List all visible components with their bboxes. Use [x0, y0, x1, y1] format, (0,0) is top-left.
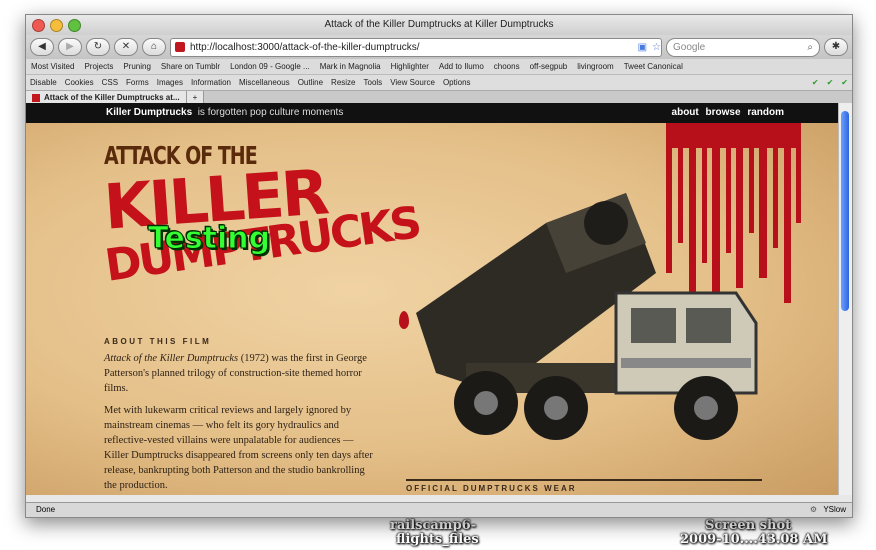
- page-viewport: Killer Dumptrucks is forgotten pop cultu…: [26, 103, 839, 495]
- devtool-item[interactable]: Options: [439, 78, 475, 87]
- navigation-toolbar: ◀ ▶ ↻ ✕ ⌂ http://localhost:3000/attack-o…: [26, 35, 852, 59]
- devtool-item[interactable]: Resize: [327, 78, 359, 87]
- url-text: http://localhost:3000/attack-of-the-kill…: [190, 41, 420, 53]
- film-title: Attack of the Killer Dumptrucks: [104, 353, 239, 364]
- check-ok-icon[interactable]: ✔: [823, 78, 838, 87]
- desktop-label: flights_files: [396, 532, 479, 547]
- bookmark-item[interactable]: Share on Tumblr: [156, 62, 225, 71]
- devtool-item[interactable]: CSS: [98, 78, 122, 87]
- bookmark-item[interactable]: Projects: [79, 62, 118, 71]
- url-bar[interactable]: http://localhost:3000/attack-of-the-kill…: [170, 37, 662, 57]
- devtool-item[interactable]: Information: [187, 78, 235, 87]
- bookmark-star-icon[interactable]: ☆: [652, 39, 661, 56]
- home-button[interactable]: ⌂: [142, 38, 166, 56]
- dump-truck-illustration: [416, 193, 758, 440]
- site-name-link[interactable]: Killer Dumptrucks: [106, 107, 192, 118]
- search-engine-label: Google: [673, 41, 706, 53]
- status-bar: Done ⚙ YSlow: [26, 502, 852, 517]
- testing-overlay-label: Testing: [147, 221, 271, 257]
- window-title: Attack of the Killer Dumptrucks at Kille…: [324, 19, 554, 30]
- about-paragraph-2: Met with lukewarm critical reviews and l…: [104, 405, 373, 491]
- site-favicon-icon: [32, 94, 40, 102]
- close-window-button[interactable]: [32, 19, 45, 32]
- site-brand: Killer Dumptrucks is forgotten pop cultu…: [106, 103, 343, 123]
- devtool-item[interactable]: Miscellaneous: [235, 78, 294, 87]
- devtool-item[interactable]: Forms: [122, 78, 153, 87]
- back-button[interactable]: ◀: [30, 38, 54, 56]
- bookmark-item[interactable]: off-segpub: [525, 62, 573, 71]
- about-heading: ABOUT THIS FILM: [104, 337, 212, 346]
- bookmark-item[interactable]: Mark in Magnolia: [315, 62, 386, 71]
- status-text: Done: [36, 505, 56, 514]
- bookmark-item[interactable]: London 09 - Google ...: [225, 62, 315, 71]
- scrollbar-thumb[interactable]: [841, 111, 849, 311]
- bookmark-item[interactable]: choons: [489, 62, 525, 71]
- bookmark-item[interactable]: livingroom: [572, 62, 618, 71]
- site-tagline: is forgotten pop culture moments: [197, 107, 344, 118]
- search-icon[interactable]: ⌕: [807, 39, 813, 56]
- bookmarks-bar: Most Visited Projects Pruning Share on T…: [26, 59, 852, 75]
- devtool-item[interactable]: View Source: [386, 78, 439, 87]
- bookmark-item[interactable]: Most Visited: [26, 62, 79, 71]
- web-developer-toolbar: Disable Cookies CSS Forms Images Informa…: [26, 75, 852, 91]
- site-header: Killer Dumptrucks is forgotten pop cultu…: [26, 103, 839, 123]
- vertical-scrollbar[interactable]: [838, 103, 852, 495]
- nav-link-about[interactable]: about: [672, 107, 699, 118]
- devtool-item[interactable]: Tools: [360, 78, 387, 87]
- devtool-item[interactable]: Cookies: [61, 78, 98, 87]
- poster-area: ATTACK OF THE KILLER DUMPTRUCKS Testing …: [26, 123, 839, 495]
- wear-heading: OFFICIAL DUMPTRUCKS WEAR: [406, 479, 762, 493]
- title-bar: Attack of the Killer Dumptrucks at Kille…: [26, 15, 852, 35]
- reload-button[interactable]: ↻: [86, 38, 110, 56]
- check-ok-icon[interactable]: ✔: [808, 78, 823, 87]
- desktop-label: Screen shot: [705, 518, 792, 533]
- rss-icon[interactable]: ▣: [638, 39, 647, 56]
- yslow-label[interactable]: YSlow: [823, 503, 846, 517]
- stop-button[interactable]: ✕: [114, 38, 138, 56]
- forward-button[interactable]: ▶: [58, 38, 82, 56]
- window-controls: [32, 19, 81, 32]
- check-ok-icon[interactable]: ✔: [837, 78, 852, 87]
- search-input[interactable]: Google ⌕: [666, 37, 820, 57]
- bookmark-item[interactable]: Add to Ilumo: [434, 62, 489, 71]
- nav-link-random[interactable]: random: [747, 107, 784, 118]
- devtool-item[interactable]: Disable: [26, 78, 61, 87]
- site-favicon-icon: [175, 42, 185, 52]
- bookmark-item[interactable]: Highlighter: [386, 62, 434, 71]
- bookmark-item[interactable]: Pruning: [118, 62, 156, 71]
- browser-window: Attack of the Killer Dumptrucks at Kille…: [25, 14, 853, 518]
- extension-icon[interactable]: ✱: [824, 38, 848, 56]
- bookmark-item[interactable]: Tweet Canonical: [619, 62, 688, 71]
- about-paragraph-1: Attack of the Killer Dumptrucks (1972) w…: [104, 351, 376, 396]
- zoom-window-button[interactable]: [68, 19, 81, 32]
- nav-link-browse[interactable]: browse: [706, 107, 741, 118]
- devtool-item[interactable]: Images: [153, 78, 187, 87]
- devtool-item[interactable]: Outline: [294, 78, 327, 87]
- site-nav: about browse random: [672, 103, 784, 123]
- minimize-window-button[interactable]: [50, 19, 63, 32]
- yslow-icon[interactable]: ⚙: [810, 503, 817, 517]
- desktop-label: railscamp6-: [390, 518, 477, 533]
- desktop-label: 2009-10....43.08 AM: [680, 532, 828, 547]
